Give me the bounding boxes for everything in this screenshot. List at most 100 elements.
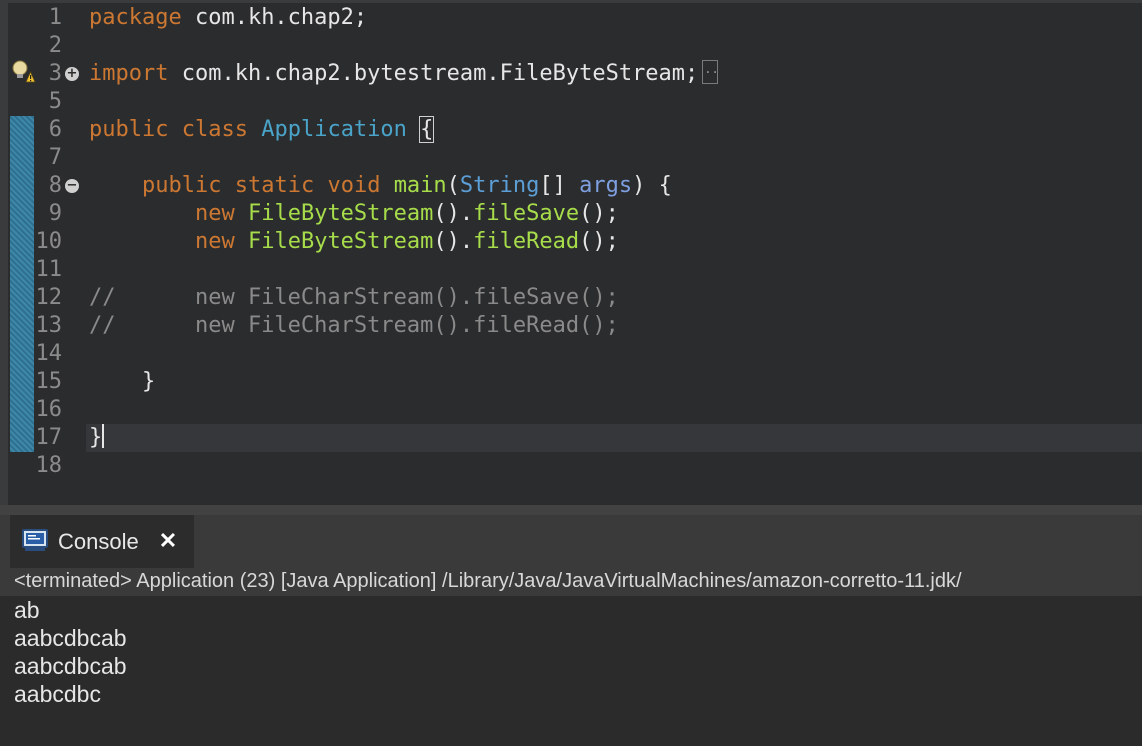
- code-token: FileByteStream: [247, 229, 434, 254]
- line-number: 1: [48, 5, 62, 30]
- line-number: 3: [48, 61, 62, 86]
- code-token: args: [579, 173, 633, 198]
- line-number: 10: [35, 229, 63, 254]
- fold-collapse-icon[interactable]: −: [65, 179, 79, 193]
- code-token: class: [181, 117, 248, 142]
- code-token: static: [234, 173, 315, 198]
- code-token: com.kh.chap2.bytestream.FileByteStream;: [168, 61, 699, 86]
- line-number: 18: [35, 453, 63, 478]
- code-text: import com.kh.chap2.bytestream.FileByteS…: [89, 55, 719, 88]
- fold-expand-icon[interactable]: +: [65, 67, 79, 81]
- code-text: public class Application {: [89, 116, 435, 144]
- code-token: public: [141, 173, 222, 198]
- code-token: ) {: [632, 173, 672, 198]
- code-token: new: [194, 201, 235, 226]
- code-token: fileRead: [473, 229, 580, 254]
- code-token: }: [89, 369, 156, 394]
- code-token: com.kh.chap2;: [181, 5, 368, 30]
- code-line[interactable]: 11: [0, 256, 1142, 284]
- code-token: (: [446, 173, 460, 198]
- line-number: 5: [48, 89, 62, 114]
- code-line[interactable]: 5: [0, 88, 1142, 116]
- line-number: 2: [48, 33, 62, 58]
- code-line[interactable]: 15 }: [0, 368, 1142, 396]
- code-text: new FileByteStream().fileSave();: [89, 200, 619, 228]
- code-line[interactable]: 14: [0, 340, 1142, 368]
- line-number: 14: [35, 341, 63, 366]
- console-process-description: <terminated> Application (23) [Java Appl…: [14, 570, 962, 592]
- code-line[interactable]: 9 new FileByteStream().fileSave();: [0, 200, 1142, 228]
- console-output[interactable]: ab aabcdbcab aabcdbcab aabcdbc: [0, 596, 1142, 746]
- code-token: main: [393, 173, 447, 198]
- code-token: String: [459, 173, 540, 198]
- line-number: 8: [48, 173, 62, 198]
- code-token: FileByteStream: [247, 201, 434, 226]
- code-line[interactable]: 10 new FileByteStream().fileRead();: [0, 228, 1142, 256]
- close-icon[interactable]: ✕: [156, 529, 180, 553]
- code-line[interactable]: 6 public class Application {: [0, 116, 1142, 144]
- line-number: 13: [35, 313, 63, 338]
- code-token: ();: [579, 229, 619, 254]
- code-text: // new FileCharStream().fileSave();: [89, 284, 619, 312]
- console-tab-bar: Console ✕: [0, 515, 1142, 568]
- line-number: 6: [48, 117, 62, 142]
- console-output-line: aabcdbc: [14, 681, 101, 707]
- code-text: }: [89, 368, 155, 396]
- code-text: public static void main(String[] args) {: [89, 172, 672, 200]
- code-line[interactable]: 16: [0, 396, 1142, 424]
- code-token: import: [89, 61, 169, 86]
- code-line[interactable]: 7: [0, 144, 1142, 172]
- code-token: []: [539, 173, 580, 198]
- code-token: Application: [261, 117, 407, 142]
- code-token: ().: [433, 229, 474, 254]
- console-output-line: ab: [14, 597, 40, 623]
- code-text: package com.kh.chap2;: [89, 4, 367, 32]
- line-number: 16: [35, 397, 63, 422]
- code-editor[interactable]: 1 package com.kh.chap2; 2 3 + import com.kh.c…: [0, 0, 1142, 505]
- code-text: new FileByteStream().fileRead();: [89, 228, 619, 256]
- tab-console[interactable]: Console ✕: [10, 515, 194, 568]
- code-token: }: [89, 425, 103, 450]
- line-number: 17: [35, 425, 63, 450]
- code-line[interactable]: 18: [0, 452, 1142, 480]
- editor-top-border: [0, 0, 1142, 3]
- code-token: ();: [579, 201, 619, 226]
- line-number: 12: [35, 285, 63, 310]
- line-number: 9: [48, 201, 62, 226]
- collapsed-imports-icon[interactable]: [702, 55, 719, 84]
- line-number: 11: [35, 257, 63, 282]
- code-line[interactable]: 17}: [0, 424, 1142, 452]
- code-token: package: [89, 5, 182, 30]
- tab-console-label: Console: [58, 529, 139, 554]
- console-status-header: <terminated> Application (23) [Java Appl…: [0, 568, 1142, 596]
- code-line[interactable]: 2: [0, 32, 1142, 60]
- code-line[interactable]: 3 + import com.kh.chap2.bytestream.FileByt…: [0, 55, 1142, 88]
- code-line[interactable]: 1 package com.kh.chap2;: [0, 4, 1142, 32]
- code-token: void: [327, 173, 381, 198]
- code-token: public: [89, 117, 169, 142]
- code-token: {: [419, 116, 435, 143]
- code-line[interactable]: 8− public static void main(String[] args…: [0, 172, 1142, 200]
- code-token: // new FileCharStream().fileRead();: [89, 313, 619, 338]
- code-token: new: [194, 229, 235, 254]
- code-line[interactable]: 13 // new FileCharStream().fileRead();: [0, 312, 1142, 340]
- console-output-line: aabcdbcab: [14, 653, 127, 679]
- panel-divider[interactable]: [0, 505, 1142, 515]
- code-token: fileSave: [473, 201, 580, 226]
- console-output-line: aabcdbcab: [14, 625, 127, 651]
- line-number: 15: [35, 369, 63, 394]
- code-line[interactable]: 12 // new FileCharStream().fileSave();: [0, 284, 1142, 312]
- code-text: }: [89, 424, 105, 452]
- code-token: ().: [433, 201, 474, 226]
